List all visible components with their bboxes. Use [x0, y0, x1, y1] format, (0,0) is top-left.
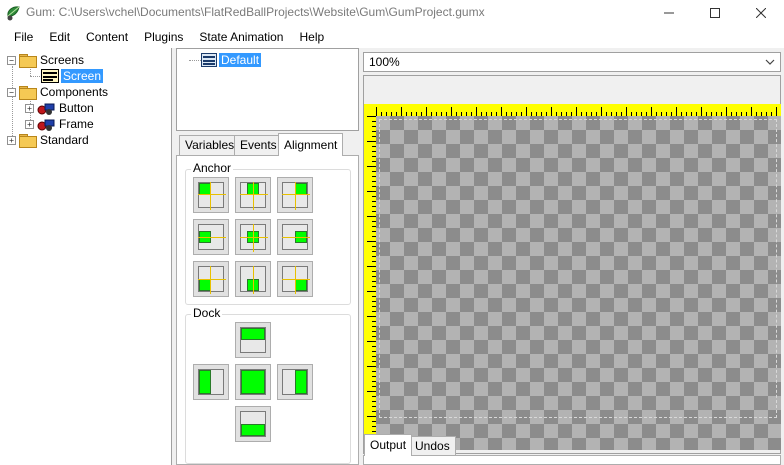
menu-help[interactable]: Help: [291, 26, 332, 48]
project-tree[interactable]: − Screens Screen − Components + Button +…: [0, 48, 172, 465]
expand-icon[interactable]: +: [25, 103, 34, 113]
maximize-icon: [710, 8, 720, 18]
tree-label-screens: Screens: [40, 53, 85, 67]
state-icon: [201, 53, 217, 67]
folder-icon: [19, 86, 37, 100]
state-default[interactable]: Default: [201, 52, 262, 68]
output-panel: [363, 455, 781, 465]
component-icon: [37, 103, 55, 115]
anchor-top-left-button[interactable]: [193, 177, 229, 213]
alignment-panel: Anchor Dock: [176, 155, 359, 465]
dock-right-button[interactable]: [277, 364, 313, 400]
tab-events[interactable]: Events: [234, 135, 283, 155]
tree-node-standard[interactable]: + Standard: [7, 132, 91, 148]
collapse-icon[interactable]: −: [7, 87, 16, 97]
expand-icon[interactable]: +: [25, 119, 34, 129]
tree-node-frame[interactable]: + Frame: [25, 116, 96, 132]
tree-node-screen[interactable]: Screen: [41, 68, 104, 84]
zoom-dropdown[interactable]: 100%: [363, 52, 781, 72]
screen-bounds-outline: [379, 119, 777, 418]
menu-plugins[interactable]: Plugins: [136, 26, 191, 48]
menu-bar: File Edit Content Plugins State Animatio…: [0, 26, 784, 48]
dock-group-title: Dock: [191, 306, 223, 320]
minimize-icon: [664, 12, 674, 14]
anchor-middle-right-button[interactable]: [277, 219, 313, 255]
menu-state-animation[interactable]: State Animation: [191, 26, 291, 48]
anchor-middle-left-button[interactable]: [193, 219, 229, 255]
close-icon: [756, 8, 766, 18]
tree-label-components: Components: [40, 85, 109, 99]
properties-tabs: Variables Events Alignment Anchor Dock: [176, 133, 359, 465]
window-title: Gum: C:\Users\vchel\Documents\FlatRedBal…: [26, 5, 485, 19]
tree-label-frame: Frame: [59, 117, 94, 131]
menu-content[interactable]: Content: [78, 26, 136, 48]
state-label-default: Default: [219, 53, 262, 67]
anchor-bottom-left-button[interactable]: [193, 261, 229, 297]
component-icon: [37, 119, 55, 131]
tab-alignment[interactable]: Alignment: [278, 133, 344, 156]
expand-icon[interactable]: +: [7, 135, 16, 145]
states-panel[interactable]: Default: [176, 48, 359, 131]
menu-file[interactable]: File: [0, 26, 41, 48]
tree-label-screen: Screen: [61, 69, 104, 83]
anchor-top-right-button[interactable]: [277, 177, 313, 213]
dock-top-button[interactable]: [235, 322, 271, 358]
dock-bottom-button[interactable]: [235, 406, 271, 442]
minimize-button[interactable]: [646, 0, 692, 26]
horizontal-ruler[interactable]: [364, 104, 781, 116]
tab-output[interactable]: Output: [364, 434, 413, 456]
tab-variables[interactable]: Variables: [179, 135, 241, 155]
dock-fill-button[interactable]: [235, 364, 271, 400]
tree-label-button: Button: [59, 101, 94, 115]
ruler-ticks: [367, 116, 376, 447]
vertical-ruler[interactable]: [364, 104, 376, 450]
menu-edit[interactable]: Edit: [41, 26, 78, 48]
screen-icon: [41, 69, 59, 83]
tree-line: [30, 76, 40, 77]
tab-undos[interactable]: Undos: [409, 436, 456, 456]
anchor-group-title: Anchor: [191, 161, 234, 175]
zoom-value: 100%: [369, 55, 400, 69]
tree-line: [189, 60, 201, 61]
anchor-bottom-right-button[interactable]: [277, 261, 313, 297]
title-bar: Gum: C:\Users\vchel\Documents\FlatRedBal…: [0, 0, 784, 26]
collapse-icon[interactable]: −: [7, 55, 16, 65]
tree-label-standard: Standard: [40, 133, 89, 147]
anchor-top-center-button[interactable]: [235, 177, 271, 213]
chevron-down-icon: [765, 59, 775, 65]
anchor-bottom-center-button[interactable]: [235, 261, 271, 297]
close-button[interactable]: [738, 0, 784, 26]
gum-app-icon: [7, 6, 20, 21]
tree-node-button[interactable]: + Button: [25, 100, 96, 116]
folder-icon: [19, 134, 37, 148]
anchor-center-button[interactable]: [235, 219, 271, 255]
dock-left-button[interactable]: [193, 364, 229, 400]
tree-node-screens[interactable]: − Screens: [7, 52, 86, 68]
folder-icon: [19, 54, 37, 68]
maximize-button[interactable]: [692, 0, 738, 26]
ruler-ticks: [376, 107, 777, 116]
tree-line: [12, 66, 13, 140]
tree-node-components[interactable]: − Components: [7, 84, 110, 100]
